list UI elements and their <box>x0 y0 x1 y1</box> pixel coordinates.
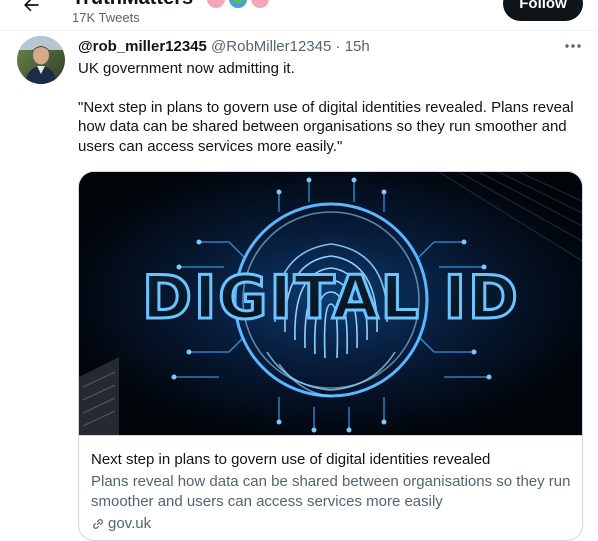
back-button[interactable] <box>14 0 48 18</box>
name-emojis <box>206 0 269 8</box>
link-icon <box>93 518 104 529</box>
card-body: Next step in plans to govern use of digi… <box>79 435 582 532</box>
arrow-left-icon <box>24 0 39 12</box>
author-display-name[interactable]: @rob_miller12345 <box>78 38 207 55</box>
avatar[interactable] <box>17 36 65 84</box>
card-domain: gov.uk <box>91 515 572 532</box>
link-preview-card[interactable]: DIGITAL ID Next step in plans to govern … <box>78 171 583 541</box>
ribbon-emoji-icon <box>206 0 225 8</box>
globe-emoji-icon <box>228 0 247 8</box>
author-handle[interactable]: @RobMiller12345 <box>211 38 331 55</box>
ribbon-emoji-icon <box>250 0 269 8</box>
user-photo <box>17 36 65 84</box>
card-domain-text: gov.uk <box>108 515 152 532</box>
tweet-text: UK government now admitting it. "Next st… <box>78 59 583 156</box>
image-title-text: DIGITAL ID <box>142 263 520 333</box>
profile-name: TruthMatters <box>72 0 269 10</box>
card-image: DIGITAL ID <box>79 172 582 435</box>
meta-separator: · <box>335 38 341 55</box>
tweet-timestamp[interactable]: 15h <box>345 38 370 55</box>
follow-button[interactable]: Follow <box>503 0 583 21</box>
more-horizontal-icon <box>565 44 581 48</box>
card-description: Plans reveal how data can be shared betw… <box>91 473 571 510</box>
tweet-text-quote: "Next step in plans to govern use of dig… <box>78 98 574 155</box>
profile-name-text: TruthMatters <box>72 0 193 9</box>
tweet-text-line: UK government now admitting it. <box>78 60 295 77</box>
tweet-header: @rob_miller12345 @RobMiller12345 · 15h <box>78 38 370 56</box>
card-title: Next step in plans to govern use of digi… <box>91 451 491 468</box>
more-button[interactable] <box>560 37 586 55</box>
digital-id-image: DIGITAL ID <box>79 172 582 435</box>
profile-header: TruthMatters 17K Tweets Follow <box>0 0 598 31</box>
tweet-count: 17K Tweets <box>72 10 140 25</box>
